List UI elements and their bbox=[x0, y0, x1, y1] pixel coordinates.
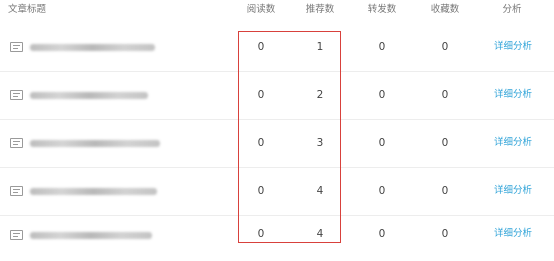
favorites-count: 0 bbox=[441, 41, 449, 53]
recommends-count: 3 bbox=[316, 137, 324, 149]
column-header-favorites: 收藏数 bbox=[430, 4, 460, 15]
table-row: 0 4 0 0 详细分析 bbox=[0, 167, 554, 216]
recommends-count: 4 bbox=[316, 228, 324, 240]
article-icon bbox=[10, 186, 23, 196]
table-header: 文章标题 阅读数 推荐数 转发数 收藏数 分析 bbox=[0, 0, 554, 22]
detail-analysis-link[interactable]: 详细分析 bbox=[488, 89, 538, 101]
table-row: 0 2 0 0 详细分析 bbox=[0, 71, 554, 120]
favorites-count: 0 bbox=[441, 89, 449, 101]
column-header-recommends: 推荐数 bbox=[305, 4, 335, 15]
forwards-count: 0 bbox=[378, 228, 386, 240]
detail-analysis-link[interactable]: 详细分析 bbox=[488, 41, 538, 53]
favorites-count: 0 bbox=[441, 228, 449, 240]
column-header-forwards: 转发数 bbox=[367, 4, 397, 15]
column-header-analysis: 分析 bbox=[502, 4, 522, 15]
article-icon bbox=[10, 42, 23, 52]
detail-analysis-link[interactable]: 详细分析 bbox=[488, 137, 538, 149]
favorites-count: 0 bbox=[441, 137, 449, 149]
reads-count: 0 bbox=[257, 185, 265, 197]
table-row: 0 3 0 0 详细分析 bbox=[0, 119, 554, 168]
forwards-count: 0 bbox=[378, 137, 386, 149]
article-title-blurred[interactable] bbox=[30, 44, 155, 51]
detail-analysis-link[interactable]: 详细分析 bbox=[488, 228, 538, 240]
recommends-count: 1 bbox=[316, 41, 324, 53]
reads-count: 0 bbox=[257, 137, 265, 149]
recommends-count: 4 bbox=[316, 185, 324, 197]
reads-count: 0 bbox=[257, 89, 265, 101]
article-icon bbox=[10, 230, 23, 240]
column-header-title: 文章标题 bbox=[8, 4, 47, 15]
forwards-count: 0 bbox=[378, 41, 386, 53]
reads-count: 0 bbox=[257, 228, 265, 240]
reads-count: 0 bbox=[257, 41, 265, 53]
recommends-count: 2 bbox=[316, 89, 324, 101]
column-header-reads: 阅读数 bbox=[246, 4, 276, 15]
article-stats-table: 文章标题 阅读数 推荐数 转发数 收藏数 分析 0 1 0 0 详细分析 0 2… bbox=[0, 0, 554, 261]
article-title-blurred[interactable] bbox=[30, 92, 148, 99]
forwards-count: 0 bbox=[378, 89, 386, 101]
article-icon bbox=[10, 90, 23, 100]
forwards-count: 0 bbox=[378, 185, 386, 197]
detail-analysis-link[interactable]: 详细分析 bbox=[488, 185, 538, 197]
table-row: 0 1 0 0 详细分析 bbox=[0, 23, 554, 72]
article-title-blurred[interactable] bbox=[30, 232, 152, 239]
article-title-blurred[interactable] bbox=[30, 188, 157, 195]
favorites-count: 0 bbox=[441, 185, 449, 197]
article-icon bbox=[10, 138, 23, 148]
table-row: 0 4 0 0 详细分析 bbox=[0, 212, 554, 260]
article-title-blurred[interactable] bbox=[30, 140, 160, 147]
